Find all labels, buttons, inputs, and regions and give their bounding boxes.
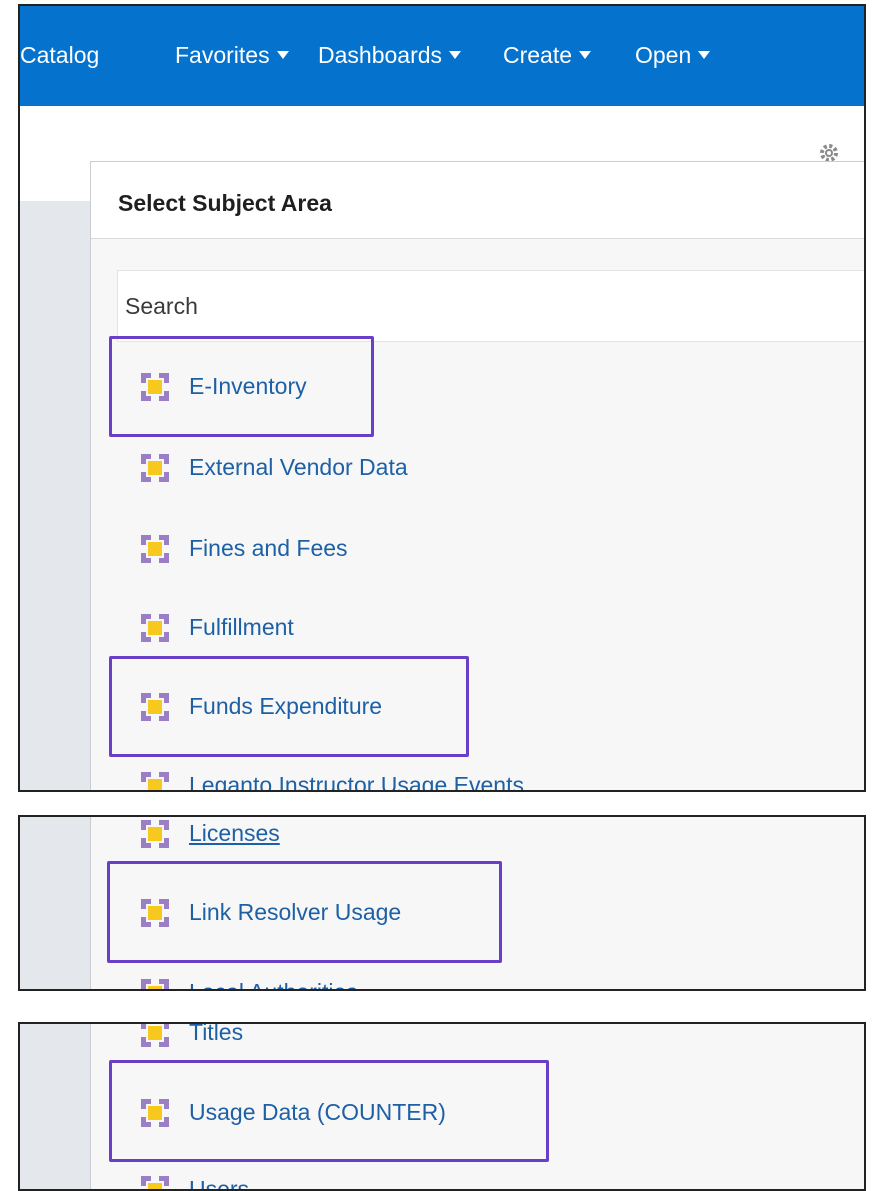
left-sidebar [20,817,90,989]
dialog-title: Select Subject Area [118,190,332,216]
screenshot-panel-top: Catalog Favorites Dashboards Create Open… [18,4,866,792]
subject-area-icon [141,614,169,642]
subject-area-icon [141,454,169,482]
chevron-down-icon [449,50,462,59]
highlight-box-funds-expenditure [109,656,469,757]
screenshot-panel-middle: Licenses Link Resolver Usage Local Autho… [18,815,866,991]
chevron-down-icon [579,50,592,59]
subject-area-label: Fines and Fees [189,535,348,561]
subject-area-icon [141,979,169,989]
nav-dashboards[interactable]: Dashboards [318,42,462,69]
highlight-box-link-resolver-usage [107,861,502,963]
subject-area-label: Licenses [189,820,280,846]
highlight-box-e-inventory [109,336,374,437]
chevron-down-icon [276,50,289,59]
nav-catalog[interactable]: Catalog [20,42,99,69]
subject-area-label: External Vendor Data [189,454,408,480]
search-input[interactable] [117,270,864,342]
chevron-down-icon [698,50,711,59]
subject-area-icon [141,1176,169,1189]
subject-area-icon [141,535,169,563]
highlight-box-usage-data-counter [109,1060,549,1162]
subject-area-icon [141,1024,169,1047]
screenshot-panel-bottom: Titles Usage Data (COUNTER) Users [18,1022,866,1191]
left-sidebar [20,201,90,790]
nav-favorites[interactable]: Favorites [175,42,289,69]
subject-area-label: Leganto Instructor Usage Events [189,772,524,792]
subject-area-icon [141,820,169,848]
subject-area-label: Users [189,1176,250,1191]
nav-create[interactable]: Create [503,42,592,69]
nav-open[interactable]: Open [635,42,711,69]
subject-area-icon [141,772,169,790]
subject-area-label: Titles [189,1022,244,1045]
subject-area-label: Fulfillment [189,614,294,640]
left-sidebar [20,1024,90,1189]
top-nav-bar: Catalog Favorites Dashboards Create Open [20,6,864,106]
dialog-header: Select Subject Area [91,162,864,239]
subject-area-label: Local Authorities [189,977,358,989]
